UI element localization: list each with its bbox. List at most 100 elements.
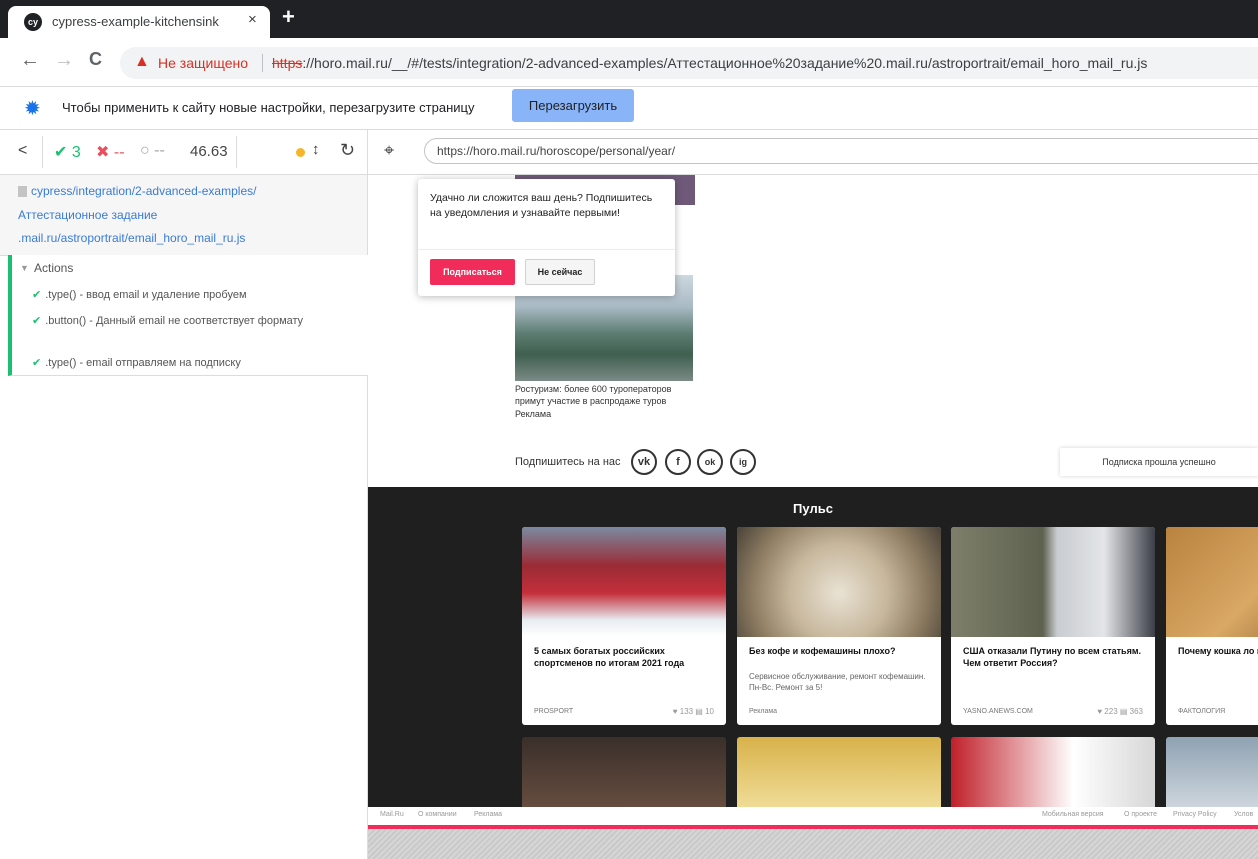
url-scheme: https — [272, 55, 303, 71]
card-source: ФАКТОЛОГИЯ — [1178, 708, 1226, 715]
browser-tab[interactable]: cy cypress-example-kitchensink × — [8, 6, 270, 38]
card-title: 5 самых богатых российских спортсменов п… — [534, 646, 685, 668]
popup-divider — [418, 249, 675, 250]
test-row[interactable]: ✔ .type() - ввод email и удаление пробуем — [32, 287, 352, 303]
browser-tab-bar: cy cypress-example-kitchensink × + — [0, 0, 1258, 38]
pending-value: -- — [154, 142, 165, 159]
infobar-message: Чтобы применить к сайту новые настройки,… — [62, 100, 475, 115]
suite-title[interactable]: Actions — [34, 261, 73, 275]
reload-page-button[interactable]: Перезагрузить — [512, 89, 634, 122]
footer-link[interactable]: Реклама — [474, 811, 502, 818]
pulse-feed: Пульс 5 самых богатых российских спортсм… — [368, 487, 1258, 817]
notification-popup: Удачно ли сложится ваш день? Подпишитесь… — [418, 179, 675, 296]
tab-title: cypress-example-kitchensink — [52, 14, 219, 29]
address-url[interactable]: https://horo.mail.ru/__/#/tests/integrat… — [272, 55, 1147, 71]
card-image — [522, 527, 726, 637]
not-now-button[interactable]: Не сейчас — [525, 259, 595, 285]
passed-count: ✔ 3 — [54, 142, 81, 162]
vk-icon[interactable]: vk — [631, 449, 657, 475]
header-divider — [236, 136, 237, 168]
footer-link[interactable]: Mail.Ru — [380, 811, 404, 818]
card-title: Почему кошка ло на самом деле? — [1178, 646, 1258, 656]
footer-link[interactable]: О проекте — [1124, 811, 1157, 818]
back-arrow-icon[interactable]: ← — [20, 49, 40, 72]
check-icon: ✔ — [54, 144, 68, 161]
footer-link[interactable]: Услов — [1234, 811, 1253, 818]
check-icon: ✔ — [32, 315, 42, 327]
settings-infobar: ✹ Чтобы применить к сайту новые настройк… — [0, 87, 1258, 130]
address-bar[interactable]: ▲ Не защищено https://horo.mail.ru/__/#/… — [120, 47, 1258, 79]
news-card[interactable]: Без кофе и кофемашины плохо? Сервисное о… — [737, 527, 941, 725]
pulse-title: Пульс — [793, 501, 833, 516]
test-row[interactable]: ✔ .button() - Данный email не соответству… — [32, 313, 352, 329]
cross-icon: ✖ — [96, 144, 110, 161]
test-title: .type() - ввод email и удаление пробуем — [45, 289, 247, 301]
card-title: Без кофе и кофемашины плохо? — [749, 646, 896, 656]
url-path: ://horo.mail.ru/__/#/tests/integration/2… — [302, 55, 1148, 71]
circle-icon: ○ — [140, 142, 150, 159]
reporter-header: < ✔ 3 ✖ -- ○ -- 46.63 ↕ ↻ — [0, 130, 367, 175]
instagram-icon[interactable]: ig — [730, 449, 756, 475]
test-row[interactable]: ✔ .type() - email отправляем на подписку — [32, 355, 352, 371]
card-image — [951, 527, 1155, 637]
follow-label: Подпишитесь на нас — [515, 456, 621, 468]
news-card-image[interactable] — [951, 737, 1155, 817]
card-source: PROSPORT — [534, 708, 574, 715]
card-title: США отказали Путину по всем статьям. Чем… — [963, 646, 1141, 668]
footer-link[interactable]: О компании — [418, 811, 457, 818]
suite-actions: ▼ Actions ✔ .type() - ввод email и удален… — [8, 255, 371, 376]
popup-message: Удачно ли сложится ваш день? Подпишитесь… — [430, 192, 653, 219]
card-source: YASNO.ANEWS.COM — [963, 708, 1033, 715]
news-card-image[interactable] — [1166, 737, 1258, 817]
article-title[interactable]: Ростуризм: более 600 туроператоров приму… — [515, 383, 700, 407]
new-tab-icon[interactable]: + — [282, 4, 295, 30]
file-icon — [18, 186, 27, 197]
footer-link[interactable]: Мобильная версия — [1042, 811, 1104, 818]
cypress-favicon-icon: cy — [24, 13, 42, 31]
aut-header: ⌖ https://horo.mail.ru/horoscope/persona… — [368, 130, 1258, 175]
subscribe-button[interactable]: Подписаться — [430, 259, 515, 285]
spec-path-line[interactable]: .mail.ru/astroportrait/email_horo_mail_r… — [18, 231, 245, 245]
test-title: .button() - Данный email не соответствуе… — [45, 315, 304, 327]
news-card-image[interactable] — [522, 737, 726, 817]
card-stats: ♥ 133 ▤ 10 — [672, 707, 714, 716]
pending-count: ○ -- — [140, 142, 165, 160]
article-tag: Реклама — [515, 409, 552, 419]
passed-value: 3 — [71, 144, 81, 161]
spec-path[interactable]: cypress/integration/2-advanced-examples/… — [0, 175, 367, 256]
news-card-image[interactable] — [737, 737, 941, 817]
news-card[interactable]: США отказали Путину по всем статьям. Чем… — [951, 527, 1155, 725]
news-card[interactable]: 5 самых богатых российских спортсменов п… — [522, 527, 726, 725]
facebook-icon[interactable]: f — [665, 449, 691, 475]
card-description: Сервисное обслуживание, ремонт кофемашин… — [749, 672, 926, 692]
tab-close-icon[interactable]: × — [248, 11, 257, 28]
spec-path-line[interactable]: Аттестационное задание — [18, 208, 157, 222]
warning-icon[interactable]: ▲ — [134, 53, 150, 71]
collapse-reporter-icon[interactable]: < — [18, 142, 27, 160]
caret-down-icon[interactable]: ▼ — [20, 263, 29, 273]
card-image — [737, 527, 941, 637]
card-image — [1166, 527, 1258, 637]
odnoklassniki-icon[interactable]: ok — [697, 449, 723, 475]
forward-arrow-icon[interactable]: → — [54, 49, 74, 72]
reload-icon[interactable]: C — [89, 49, 102, 70]
spec-path-line[interactable]: cypress/integration/2-advanced-examples/ — [31, 184, 256, 198]
test-title: .type() - email отправляем на подписку — [45, 357, 241, 369]
autoscroll-icon[interactable]: ↕ — [312, 141, 320, 158]
viewport-overflow-area — [368, 829, 1258, 859]
rerun-icon[interactable]: ↻ — [340, 140, 355, 161]
selector-playground-icon[interactable]: ⌖ — [384, 140, 394, 161]
address-divider — [262, 54, 263, 72]
status-dot-icon — [296, 148, 305, 157]
cypress-reporter: < ✔ 3 ✖ -- ○ -- 46.63 ↕ ↻ cypress/integr… — [0, 130, 371, 859]
failed-value: -- — [113, 144, 125, 161]
check-icon: ✔ — [32, 357, 42, 369]
news-card[interactable]: Почему кошка ло на самом деле? ФАКТОЛОГИ… — [1166, 527, 1258, 725]
gear-icon: ✹ — [24, 98, 41, 120]
site-footer: Mail.Ru О компании Реклама Мобильная вер… — [368, 807, 1258, 825]
aut-url-field[interactable]: https://horo.mail.ru/horoscope/personal/… — [424, 138, 1258, 164]
run-duration: 46.63 — [190, 143, 228, 160]
not-secure-label[interactable]: Не защищено — [158, 55, 248, 71]
footer-link[interactable]: Privacy Policy — [1173, 811, 1217, 818]
failed-count: ✖ -- — [96, 142, 125, 162]
